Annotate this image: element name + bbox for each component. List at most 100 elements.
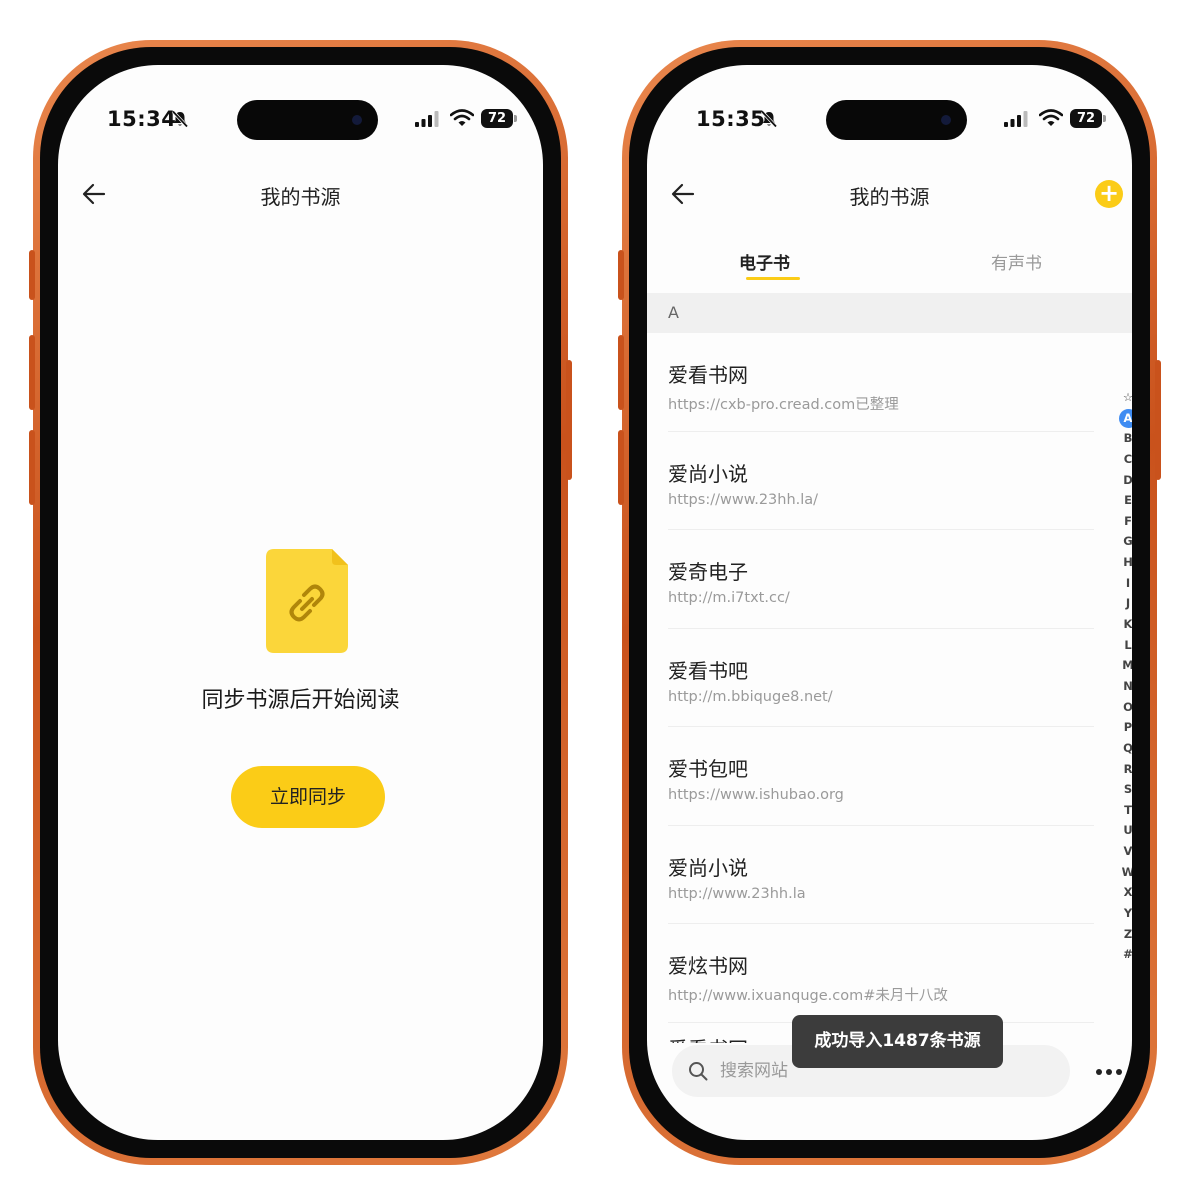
index-letter-label: D <box>1123 472 1132 487</box>
index-letter[interactable]: U <box>1117 820 1132 841</box>
index-letter[interactable]: N <box>1117 676 1132 697</box>
index-letter[interactable]: C <box>1117 449 1132 470</box>
volume-up-button <box>29 335 35 410</box>
index-letter[interactable]: O <box>1117 697 1132 718</box>
status-time: 15:35 <box>696 107 766 131</box>
index-letter-label: E <box>1124 493 1132 508</box>
index-letter-label: Q <box>1123 740 1132 755</box>
index-letter[interactable]: L <box>1117 635 1132 656</box>
empty-state-message: 同步书源后开始阅读 <box>201 688 400 713</box>
source-name: 爱尚小说 <box>668 461 748 486</box>
signal-icon <box>415 111 439 127</box>
camera-lens <box>352 115 362 125</box>
more-options-icon[interactable] <box>1095 1067 1123 1077</box>
index-letter[interactable]: G <box>1117 531 1132 552</box>
toast-message: 成功导入1487条书源 <box>792 1015 1003 1068</box>
tab-audiobook[interactable]: 有声书 <box>991 249 1042 274</box>
volume-down-button <box>618 430 624 505</box>
wifi-icon <box>1039 109 1063 126</box>
index-letter-label: ☆ <box>1122 390 1132 404</box>
index-letter-label: G <box>1123 534 1132 549</box>
index-letter-label: C <box>1123 451 1132 466</box>
bezel: 15:35 72 我的书源 + 电子书 有声书 A 爱看书网 https://c… <box>629 47 1150 1158</box>
index-letter-label: P <box>1123 720 1132 735</box>
index-letter[interactable]: H <box>1117 552 1132 573</box>
index-letter-label: L <box>1124 637 1132 652</box>
index-letter[interactable]: P <box>1117 717 1132 738</box>
index-letter[interactable]: K <box>1117 614 1132 635</box>
index-letter[interactable]: # <box>1117 944 1132 965</box>
source-name: 爱书包吧 <box>668 757 748 781</box>
list-item[interactable]: 爱尚小说 https://www.23hh.la/ <box>647 432 1132 530</box>
index-letter-label: T <box>1124 802 1132 817</box>
list-item[interactable]: 爱看书网 https://cxb-pro.cread.com已整理 <box>647 333 1132 432</box>
battery-level: 72 <box>1070 109 1102 128</box>
section-header: A <box>647 293 1132 333</box>
bell-slash-icon <box>171 110 189 128</box>
page-title: 我的书源 <box>260 185 341 209</box>
index-letter[interactable]: X <box>1117 882 1132 903</box>
tab-ebook[interactable]: 电子书 <box>739 249 790 274</box>
sync-now-button[interactable]: 立即同步 <box>231 766 385 828</box>
index-letter-label: A <box>1118 408 1132 428</box>
index-letter-label: V <box>1123 844 1132 859</box>
index-letter[interactable]: M <box>1117 655 1132 676</box>
index-letter-label: X <box>1123 885 1132 900</box>
source-list: 爱看书网 https://cxb-pro.cread.com已整理 爱尚小说 h… <box>647 333 1132 1053</box>
index-letter[interactable]: T <box>1117 800 1132 821</box>
battery-icon: 72 <box>481 109 517 128</box>
phone-right: 15:35 72 我的书源 + 电子书 有声书 A 爱看书网 https://c… <box>618 40 1161 1165</box>
add-source-icon[interactable]: + <box>1095 180 1123 208</box>
index-letter-label: F <box>1124 513 1132 528</box>
index-letter[interactable]: F <box>1117 511 1132 532</box>
index-letter[interactable]: Z <box>1117 924 1132 945</box>
index-letter-label: J <box>1125 596 1131 611</box>
source-url: https://www.23hh.la/ <box>668 491 819 508</box>
alphabet-index-bar[interactable]: ☆ A B C D E F G H I J K L M N O P Q R S T U V W X Y Z # <box>1117 387 1132 965</box>
index-letter[interactable]: ☆ <box>1117 387 1132 408</box>
index-letter[interactable]: A <box>1117 408 1132 429</box>
power-button <box>566 360 572 480</box>
source-name: 爱炫书网 <box>668 954 748 978</box>
index-letter[interactable]: W <box>1117 862 1132 883</box>
screen-right: 15:35 72 我的书源 + 电子书 有声书 A 爱看书网 https://c… <box>647 65 1132 1140</box>
action-button <box>29 250 35 300</box>
list-item[interactable]: 爱尚小说 http://www.23hh.la <box>647 826 1132 924</box>
index-letter[interactable]: Y <box>1117 903 1132 924</box>
source-url: http://m.bbiquge8.net/ <box>668 688 833 705</box>
index-letter[interactable]: Q <box>1117 738 1132 759</box>
source-name: 爱尚小说 <box>668 855 748 880</box>
list-item[interactable]: 爱奇电子 http://m.i7txt.cc/ <box>647 530 1132 629</box>
screen-left: 15:34 72 我的书源 同步书源后开始阅读 立即同步 <box>58 65 543 1140</box>
index-letter[interactable]: J <box>1117 593 1132 614</box>
tab-indicator <box>746 277 800 280</box>
index-letter-label: Z <box>1123 926 1132 941</box>
index-letter-label: N <box>1123 678 1132 693</box>
index-letter[interactable]: V <box>1117 841 1132 862</box>
signal-icon <box>1004 111 1028 127</box>
list-item[interactable]: 爱看书吧 http://m.bbiquge8.net/ <box>647 629 1132 727</box>
index-letter[interactable]: R <box>1117 759 1132 780</box>
index-letter[interactable]: S <box>1117 779 1132 800</box>
source-url: http://www.ixuanquge.com#未月十八改 <box>668 988 948 1004</box>
index-letter[interactable]: D <box>1117 470 1132 491</box>
volume-down-button <box>29 430 35 505</box>
battery-icon: 72 <box>1070 109 1106 128</box>
index-letter[interactable]: E <box>1117 490 1132 511</box>
source-name: 爱看书吧 <box>668 658 748 683</box>
list-item[interactable]: 爱炫书网 http://www.ixuanquge.com#未月十八改 <box>647 924 1132 1023</box>
list-item[interactable]: 爱书包吧 https://www.ishubao.org <box>647 727 1132 826</box>
index-letter-label: Y <box>1123 906 1132 921</box>
index-letter-label: R <box>1123 761 1132 776</box>
volume-up-button <box>618 335 624 410</box>
section-letter: A <box>668 303 679 322</box>
index-letter[interactable]: B <box>1117 428 1132 449</box>
source-name: 爱奇电子 <box>668 560 748 584</box>
source-url: http://www.23hh.la <box>668 885 806 902</box>
phone-left: 15:34 72 我的书源 同步书源后开始阅读 立即同步 <box>29 40 572 1165</box>
index-letter-label: W <box>1121 864 1132 879</box>
index-letter-label: B <box>1123 431 1132 446</box>
index-letter[interactable]: I <box>1117 573 1132 594</box>
wifi-icon <box>450 109 474 126</box>
partial-list-item[interactable]: 爱看书网 <box>668 1033 748 1043</box>
